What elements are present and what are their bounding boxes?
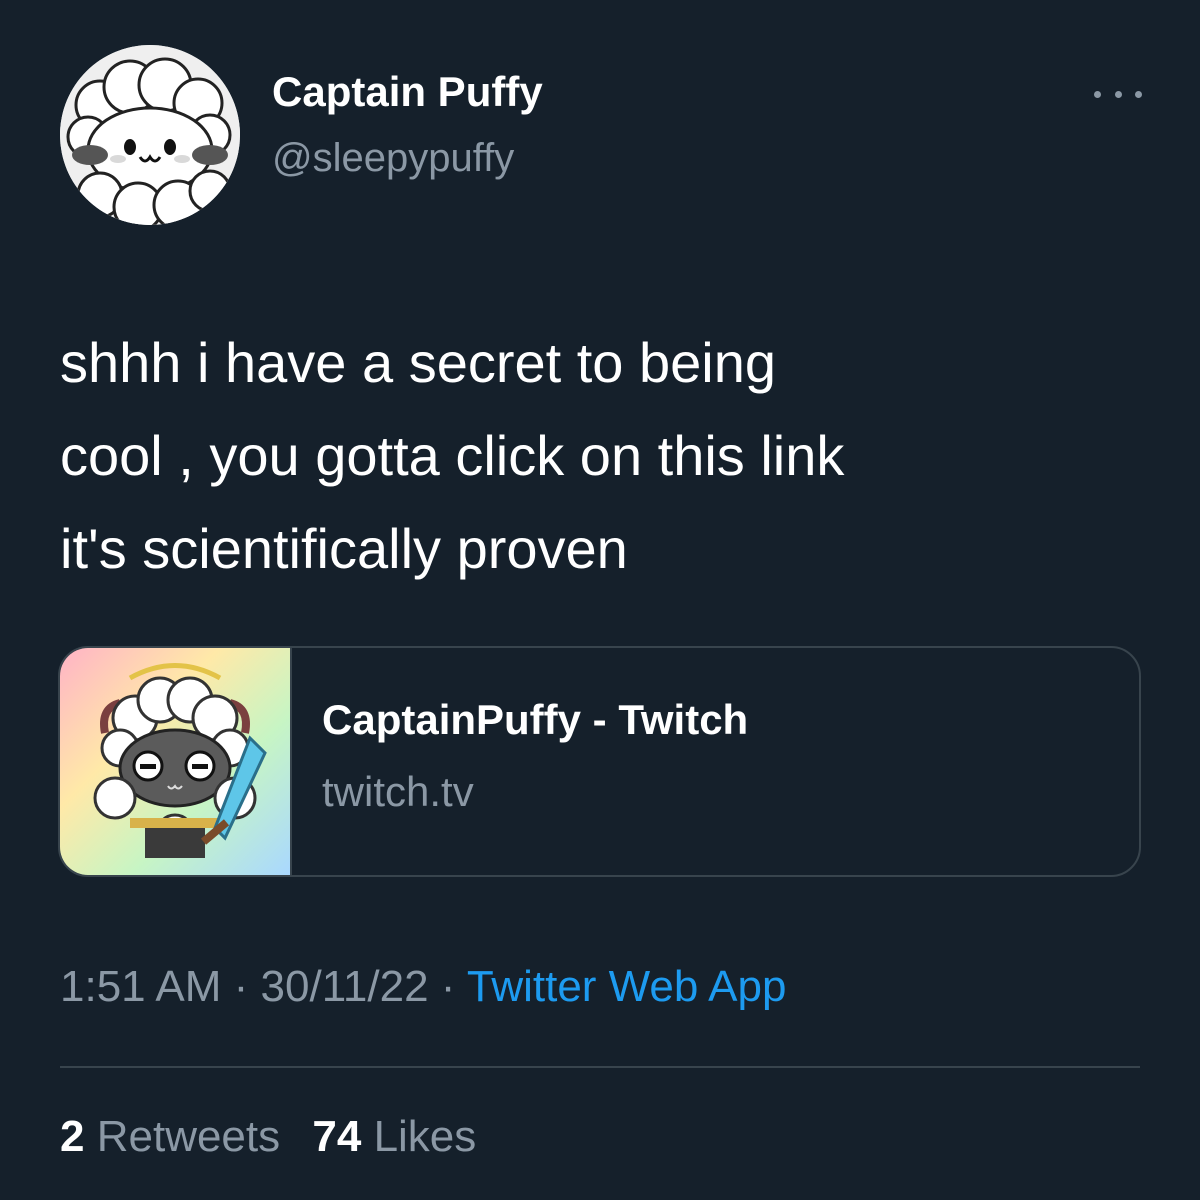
likes-label: Likes (373, 1112, 477, 1161)
link-card-title: CaptainPuffy - Twitch (322, 696, 749, 743)
tweet-text: shhh i have a secret to being cool , you… (60, 331, 845, 580)
avatar[interactable] (60, 45, 240, 225)
author-display-name[interactable]: Captain Puffy (272, 68, 543, 116)
tweet-date[interactable]: 30/11/22 (261, 962, 429, 1011)
likes-count: 74 (312, 1112, 362, 1161)
tweet-time[interactable]: 1:51 AM (60, 962, 221, 1011)
sheep-warrior-thumbnail-icon (60, 648, 292, 875)
retweets-label: Retweets (96, 1112, 281, 1161)
link-card-domain: twitch.tv (322, 768, 474, 815)
tweet-stats: 2 Retweets 74 Likes (60, 1112, 496, 1162)
fluffy-sheep-avatar-icon (60, 45, 240, 225)
link-card[interactable]: CaptainPuffy - Twitch twitch.tv (58, 646, 1141, 877)
more-options-icon[interactable] (1094, 80, 1142, 108)
retweets-stat[interactable]: 2 Retweets (60, 1112, 280, 1161)
retweets-count: 2 (60, 1112, 85, 1161)
meta-separator: · (221, 962, 261, 1011)
tweet-source-link[interactable]: Twitter Web App (467, 962, 787, 1011)
meta-separator: · (428, 962, 467, 1011)
divider (60, 1066, 1140, 1068)
tweet-meta: 1:51 AM · 30/11/22 · Twitter Web App (60, 962, 786, 1012)
likes-stat[interactable]: 74 Likes (312, 1112, 476, 1161)
author-handle[interactable]: @sleepypuffy (272, 136, 514, 181)
